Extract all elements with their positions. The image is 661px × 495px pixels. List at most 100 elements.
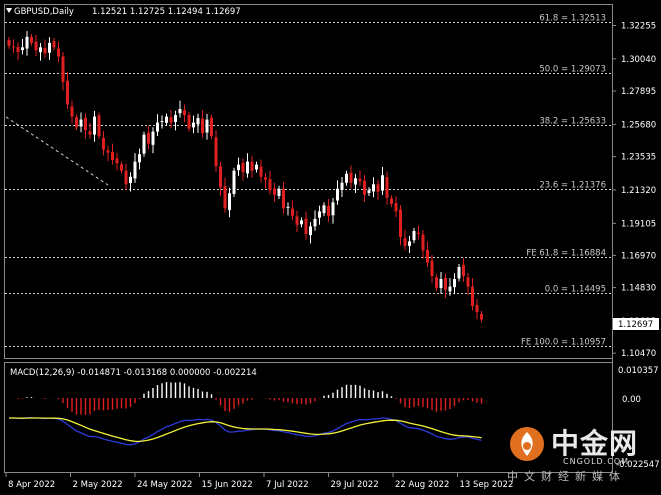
watermark-title: 中金网: [551, 427, 639, 460]
fibonacci-levels: 61.8 = 1.32513 50.0 = 1.29073 38.2 = 1.256…: [5, 14, 612, 348]
bullish-candle: [205, 119, 209, 133]
time-tick-label: 24 May 2022: [137, 480, 192, 490]
bearish-candle: [214, 137, 218, 167]
bullish-candle: [232, 170, 236, 194]
bearish-candle: [295, 216, 299, 225]
bullish-candle: [340, 182, 344, 190]
fib-level-label: 38.2 = 1.25633: [539, 117, 606, 127]
watermark-tagline: 中文财经新媒体: [507, 470, 626, 483]
bearish-candle: [124, 170, 128, 185]
macd-histogram: [12, 382, 483, 415]
bullish-candle: [174, 115, 177, 122]
bearish-candle: [385, 177, 389, 198]
bearish-candle: [52, 41, 56, 48]
bullish-candle: [448, 286, 452, 292]
bullish-candle: [453, 279, 456, 288]
bullish-candle: [129, 176, 132, 184]
price-tick-label: 1.32255: [621, 21, 656, 31]
price-tick-label: 1.30040: [621, 55, 656, 65]
bullish-candle: [178, 109, 182, 114]
bullish-candle: [156, 122, 159, 132]
bearish-candle: [210, 117, 213, 137]
bearish-candle: [403, 238, 407, 246]
bearish-candle: [115, 158, 119, 164]
bearish-candle: [394, 203, 398, 212]
bearish-candle: [34, 41, 38, 51]
bullish-candle: [408, 241, 411, 246]
bearish-candle: [66, 80, 69, 105]
price-tick-label: 1.23535: [621, 153, 656, 163]
bearish-candle: [430, 260, 434, 277]
bearish-candle: [223, 186, 227, 209]
bullish-candle: [313, 218, 317, 227]
macd-signal-line: [9, 417, 482, 443]
time-tick-label: 15 Jun 2022: [202, 480, 253, 490]
bearish-candle: [169, 117, 173, 123]
price-axis: 1.32255 1.30040 1.27895 1.25680 1.23535 1.213…: [612, 21, 656, 359]
bearish-candle: [7, 39, 11, 46]
bearish-candle: [61, 56, 65, 82]
time-axis: 8 Apr 2022 2 May 2022 24 May 2022 15 Jun 20…: [5, 473, 513, 490]
time-tick-label: 29 Jul 2022: [331, 480, 379, 490]
bearish-candle: [12, 46, 15, 48]
bullish-candle: [318, 211, 321, 218]
main-chart-frame: [4, 4, 613, 359]
bullish-candle: [133, 161, 137, 179]
time-tick-label: 22 Aug 2022: [395, 480, 449, 490]
bullish-candle: [79, 119, 83, 127]
bearish-candle: [426, 249, 429, 263]
macd-main-line: [8, 416, 482, 446]
bearish-candle: [106, 150, 110, 153]
bullish-candle: [354, 178, 357, 185]
bullish-candle: [457, 266, 461, 279]
collapse-arrow-icon[interactable]: [6, 8, 12, 13]
bullish-candle: [286, 206, 290, 208]
bullish-candle: [142, 134, 146, 154]
bearish-candle: [147, 132, 150, 144]
bullish-candle: [165, 116, 168, 123]
bearish-candle: [291, 208, 294, 216]
bullish-candle: [21, 47, 24, 51]
time-tick-label: 8 Apr 2022: [8, 480, 55, 490]
bullish-candle: [246, 161, 249, 174]
bullish-candle: [439, 279, 443, 289]
bearish-candle: [475, 304, 479, 313]
bullish-candle: [336, 188, 339, 201]
bearish-candle: [241, 162, 245, 173]
bullish-candle: [228, 193, 231, 211]
bearish-candle: [471, 286, 474, 307]
bearish-candle: [250, 161, 254, 171]
price-tick-label: 1.27895: [621, 87, 656, 97]
bearish-candle: [349, 172, 353, 183]
bearish-candle: [444, 277, 447, 290]
price-tick-label: 1.25680: [621, 120, 656, 130]
bearish-candle: [421, 234, 425, 251]
bearish-candle: [259, 166, 263, 177]
price-tick-label: 1.19105: [621, 219, 656, 229]
current-price-label: 1.12697: [618, 320, 653, 330]
bullish-candle: [322, 205, 326, 214]
price-tick-label: 1.21320: [621, 186, 656, 196]
bearish-candle: [111, 152, 114, 161]
bearish-candle: [88, 131, 92, 135]
bearish-candle: [462, 265, 465, 277]
bullish-candle: [25, 36, 29, 49]
fib-level-label: 0.0 = 1.14495: [545, 285, 606, 295]
bearish-candle: [70, 106, 74, 117]
bullish-candle: [331, 202, 335, 216]
bearish-candle: [57, 48, 60, 57]
bullish-candle: [138, 154, 141, 163]
bearish-candle: [363, 180, 366, 195]
bullish-candle: [412, 230, 416, 241]
bearish-candle: [466, 277, 470, 287]
bullish-candle: [151, 131, 155, 145]
ohlc-values: 1.12521 1.12725 1.12494 1.12697: [92, 7, 241, 17]
price-tick-label: 1.16970: [621, 251, 656, 261]
bullish-candle: [345, 173, 348, 183]
macd-title: MACD(12,26,9) -0.014871 -0.013168 0.0000…: [10, 368, 257, 378]
bullish-candle: [255, 164, 258, 170]
price-tick-label: 1.10470: [621, 349, 656, 359]
bearish-candle: [30, 36, 33, 43]
bullish-candle: [277, 188, 281, 196]
trend-line: [5, 116, 109, 186]
